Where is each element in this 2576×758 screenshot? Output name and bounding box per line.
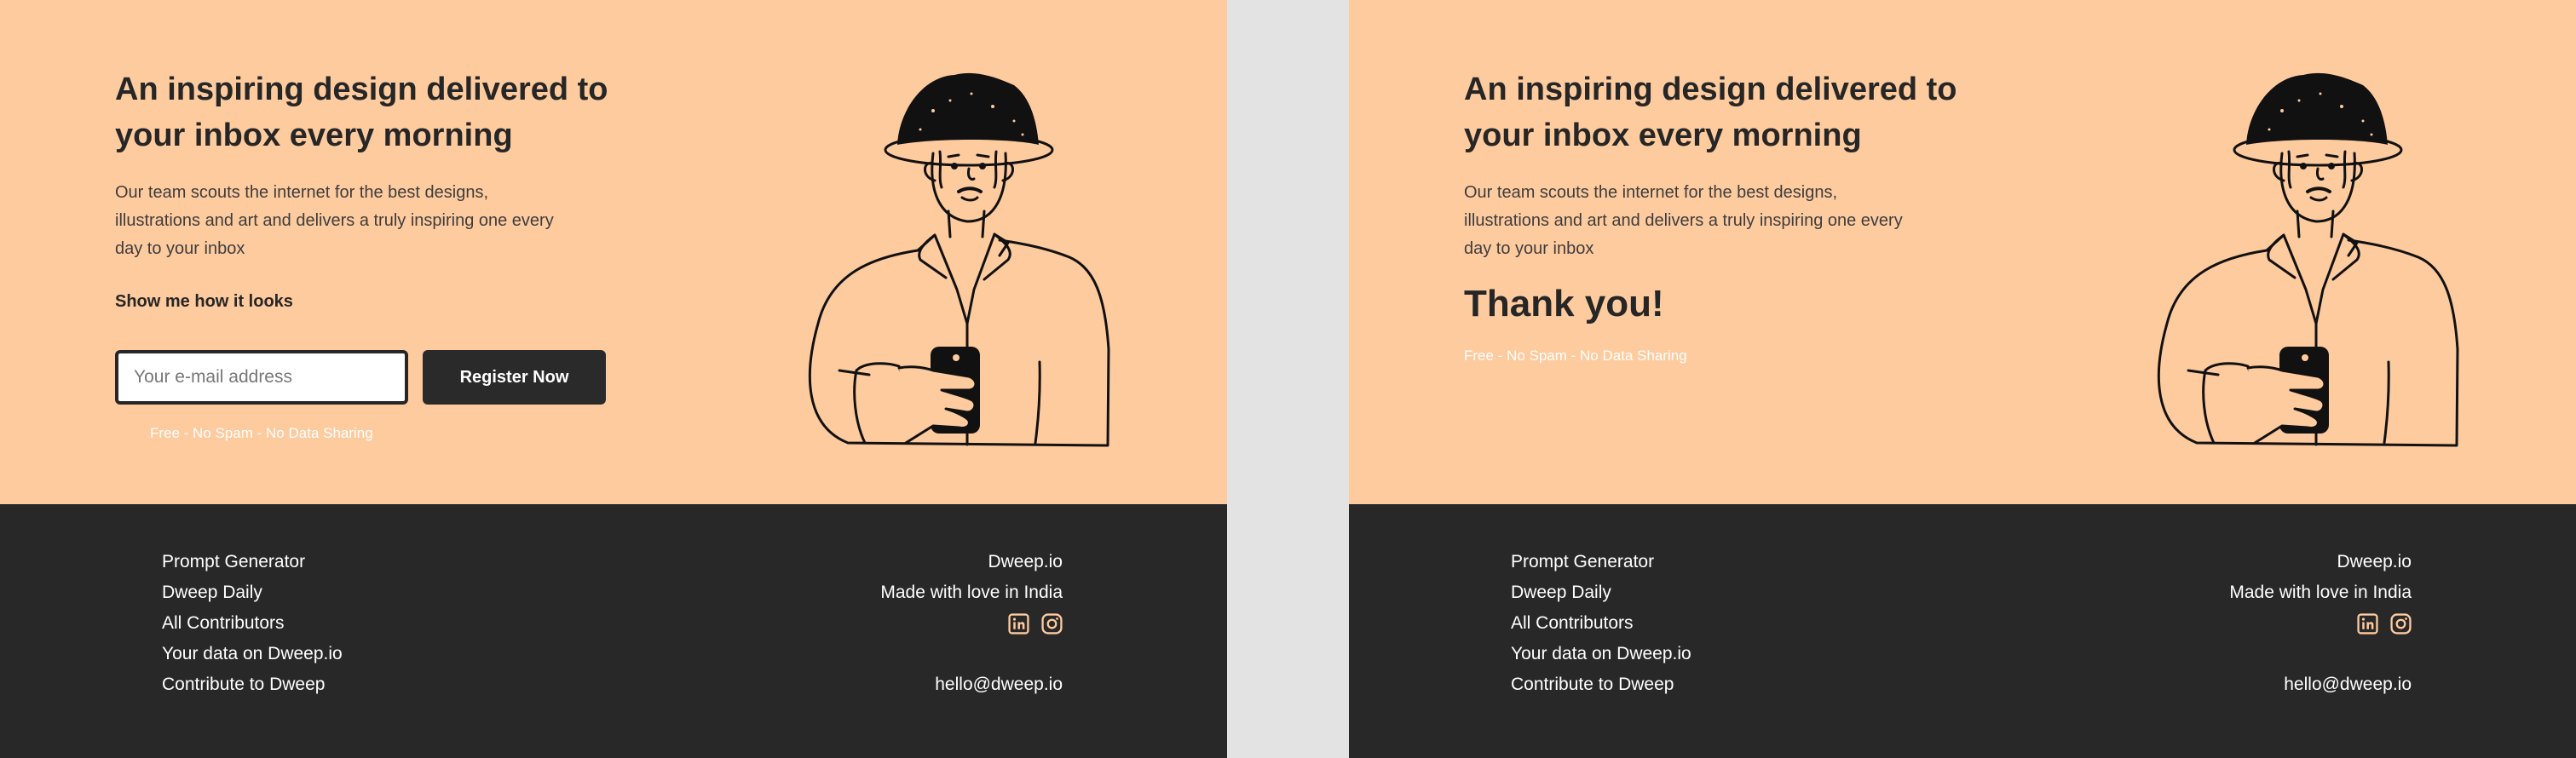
hero-description: Our team scouts the internet for the bes… (1464, 183, 1903, 258)
signup-panel: An inspiring design delivered to your in… (0, 0, 1227, 758)
made-with-love: Made with love in India (2229, 583, 2412, 602)
tagline: Free - No Spam - No Data Sharing (1464, 347, 1687, 364)
footer-link-prompt-generator[interactable]: Prompt Generator (162, 547, 343, 577)
footer-link-your-data[interactable]: Your data on Dweep.io (162, 639, 343, 669)
footer-link-contribute[interactable]: Contribute to Dweep (162, 669, 343, 700)
footer: Prompt Generator Dweep Daily All Contrib… (0, 504, 1227, 758)
made-with-love: Made with love in India (880, 583, 1063, 602)
hero-headline: An inspiring design delivered to your in… (1464, 72, 1957, 153)
footer-link-dweep-daily[interactable]: Dweep Daily (162, 577, 343, 608)
register-button[interactable]: Register Now (423, 350, 606, 405)
social-icons (880, 608, 1063, 639)
footer-link-dweep-daily[interactable]: Dweep Daily (1511, 577, 1691, 608)
hero-section: An inspiring design delivered to your in… (0, 0, 1227, 504)
brand-link[interactable]: Dweep.io (2229, 547, 2412, 577)
footer: Prompt Generator Dweep Daily All Contrib… (1349, 504, 2576, 758)
footer-link-your-data[interactable]: Your data on Dweep.io (1511, 639, 1691, 669)
man-with-phone-illustration (808, 72, 1110, 447)
thank-you-panel: An inspiring design delivered to your in… (1349, 0, 2576, 758)
man-with-phone-illustration (2157, 72, 2459, 447)
show-me-link[interactable]: Show me how it looks (115, 292, 293, 312)
thank-you-message: Thank you! (1464, 283, 1664, 324)
hero-section: An inspiring design delivered to your in… (1349, 0, 2576, 504)
footer-link-all-contributors[interactable]: All Contributors (162, 608, 343, 639)
tagline: Free - No Spam - No Data Sharing (150, 425, 373, 441)
brand-link[interactable]: Dweep.io (880, 547, 1063, 577)
contact-email-link[interactable]: hello@dweep.io (2229, 669, 2412, 700)
footer-link-prompt-generator[interactable]: Prompt Generator (1511, 547, 1691, 577)
instagram-icon[interactable] (1041, 612, 1063, 635)
hero-description: Our team scouts the internet for the bes… (115, 183, 554, 258)
footer-info: Dweep.io Made with love in India hello@d… (2229, 547, 2412, 700)
footer-link-contribute[interactable]: Contribute to Dweep (1511, 669, 1691, 700)
contact-email-link[interactable]: hello@dweep.io (880, 669, 1063, 700)
footer-link-all-contributors[interactable]: All Contributors (1511, 608, 1691, 639)
footer-links: Prompt Generator Dweep Daily All Contrib… (1511, 547, 1691, 700)
linkedin-icon[interactable] (2357, 612, 2378, 635)
social-icons (2229, 608, 2412, 639)
email-input[interactable] (115, 350, 408, 405)
instagram-icon[interactable] (2390, 612, 2412, 635)
hero-headline: An inspiring design delivered to your in… (115, 72, 608, 153)
linkedin-icon[interactable] (1008, 612, 1029, 635)
footer-links: Prompt Generator Dweep Daily All Contrib… (162, 547, 343, 700)
footer-info: Dweep.io Made with love in India hello@d… (880, 547, 1063, 700)
